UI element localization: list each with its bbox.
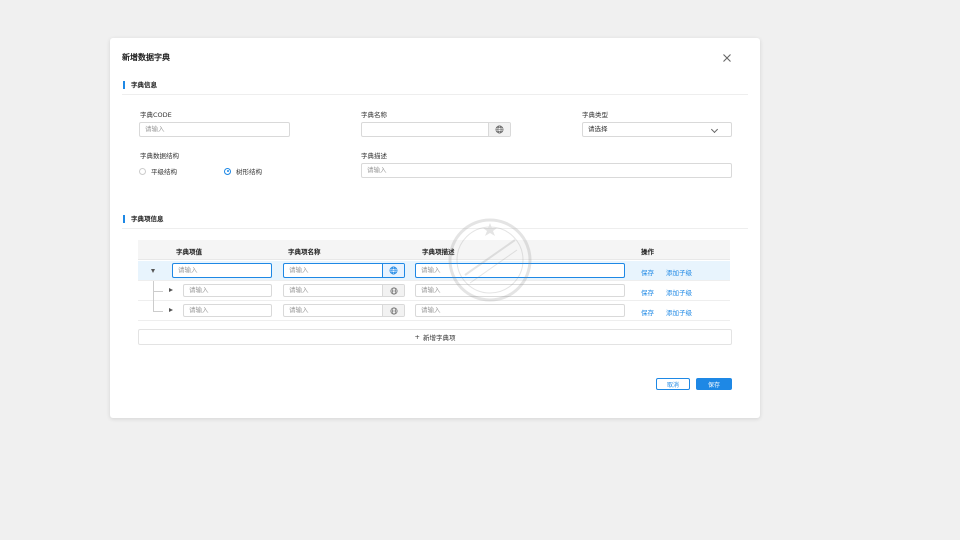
item-name-input[interactable]: 请输入 (283, 284, 405, 297)
close-icon[interactable] (720, 50, 734, 64)
header-item-desc: 字典项描述 (422, 248, 455, 256)
globe-icon[interactable] (382, 285, 404, 296)
desc-label: 字典描述 (361, 152, 387, 160)
name-label: 字典名称 (361, 111, 387, 119)
radio-flat-structure[interactable]: 平级结构 (139, 166, 177, 176)
type-select-value: 请选择 (588, 125, 608, 133)
add-item-button[interactable]: + 新增字典项 (138, 329, 732, 345)
dialog-title: 新增数据字典 (122, 53, 170, 62)
item-name-input[interactable]: 请输入 (283, 304, 405, 317)
cancel-button[interactable]: 取消 (656, 378, 690, 390)
radio-label: 平级结构 (151, 168, 177, 176)
save-link[interactable]: 保存 (641, 307, 654, 317)
name-input[interactable] (361, 122, 511, 137)
section-divider (122, 228, 748, 229)
item-value-input[interactable]: 请输入 (183, 284, 272, 297)
item-desc-input[interactable]: 请输入 (415, 263, 625, 278)
plus-icon: + (414, 333, 420, 341)
item-name-input[interactable]: 请输入 (283, 263, 405, 278)
tree-line (153, 311, 163, 312)
section-title-items-info: 字典项信息 (123, 215, 164, 223)
caret-right-icon[interactable] (169, 308, 173, 312)
code-input[interactable]: 请输入 (139, 122, 290, 137)
desc-input[interactable]: 请输入 (361, 163, 732, 178)
save-link[interactable]: 保存 (641, 267, 654, 277)
save-button[interactable]: 保存 (696, 378, 732, 390)
radio-tree-structure[interactable]: 树形结构 (224, 166, 262, 176)
table-header: 字典项值 字典项名称 字典项描述 操作 (138, 240, 730, 260)
item-value-input[interactable]: 请输入 (172, 263, 272, 278)
table-row: 请输入 请输入 请输入 保存 添加子级 (138, 261, 730, 281)
add-child-link[interactable]: 添加子级 (666, 307, 692, 317)
globe-icon[interactable] (382, 305, 404, 316)
item-name-placeholder: 请输入 (289, 306, 309, 314)
caret-down-icon[interactable] (151, 269, 155, 273)
add-child-link[interactable]: 添加子级 (666, 267, 692, 277)
code-label: 字典CODE (140, 111, 172, 119)
add-child-link[interactable]: 添加子级 (666, 287, 692, 297)
structure-label: 字典数据结构 (140, 152, 179, 160)
item-name-placeholder: 请输入 (289, 286, 309, 294)
item-name-placeholder: 请输入 (289, 266, 309, 274)
type-label: 字典类型 (582, 111, 608, 119)
section-divider (122, 94, 748, 95)
table-row: 请输入 请输入 请输入 保存 添加子级 (138, 301, 730, 321)
save-link[interactable]: 保存 (641, 287, 654, 297)
type-select[interactable]: 请选择 (582, 122, 732, 137)
globe-icon[interactable] (382, 264, 404, 277)
header-item-value: 字典项值 (176, 248, 202, 256)
globe-icon[interactable] (488, 123, 510, 136)
add-item-label: 新增字典项 (422, 334, 456, 342)
radio-icon (224, 167, 231, 175)
radio-icon (139, 167, 146, 175)
chevron-down-icon (710, 125, 719, 134)
radio-label: 树形结构 (236, 168, 262, 176)
section-title-dictionary-info: 字典信息 (123, 81, 157, 89)
tree-line (153, 301, 154, 311)
table-row: 请输入 请输入 请输入 保存 添加子级 (138, 281, 730, 301)
item-value-input[interactable]: 请输入 (183, 304, 272, 317)
item-desc-input[interactable]: 请输入 (415, 284, 625, 297)
item-desc-input[interactable]: 请输入 (415, 304, 625, 317)
add-dictionary-dialog: 新增数据字典 字典信息 字典CODE 请输入 字典名称 字典类型 请选择 字典数… (110, 38, 760, 418)
caret-right-icon[interactable] (169, 288, 173, 292)
header-actions: 操作 (641, 248, 654, 256)
header-item-name: 字典项名称 (288, 248, 321, 256)
tree-line (153, 291, 163, 292)
